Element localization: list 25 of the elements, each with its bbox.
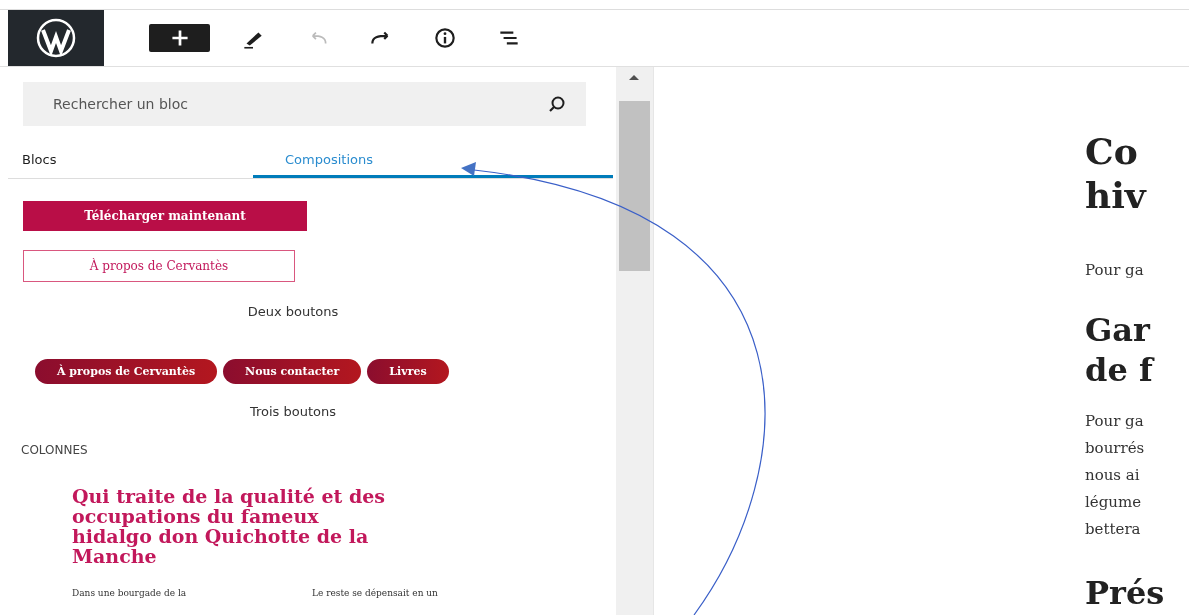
paragraph: Pour ga — [1085, 260, 1145, 281]
pattern-caption: Deux boutons — [246, 304, 340, 319]
search-field[interactable]: Rechercher un bloc — [23, 82, 586, 126]
pattern-button[interactable]: Nous contacter — [223, 359, 362, 384]
tab[interactable]: Compositions — [253, 140, 613, 178]
heading: Prés — [1085, 573, 1166, 613]
pattern-button[interactable]: À propos de Cervantès — [23, 250, 295, 282]
pattern-caption: Trois boutons — [248, 404, 338, 419]
add-button[interactable] — [149, 24, 210, 52]
column-text: Le reste se dépensait en un — [312, 588, 439, 598]
heading: Gar de f — [1085, 310, 1156, 390]
category-label: COLONNES — [21, 443, 89, 457]
paragraph: Pour ga bourrés nous ai légume bettera — [1085, 411, 1146, 540]
info-icon — [432, 25, 458, 51]
pattern-heading: Qui traite de la qualité et des occupations du fameux hidalgo don Quichotte de la Manche — [72, 486, 386, 566]
search-icon — [548, 95, 566, 113]
column-text: Dans une bourgade de la — [72, 588, 188, 598]
pattern-button[interactable]: À propos de Cervantès — [35, 359, 218, 384]
pattern-button[interactable]: Télécharger maintenant — [23, 201, 307, 231]
heading: Co hiv — [1085, 129, 1148, 217]
wordpress-logo[interactable] — [8, 10, 104, 66]
scroll-up-icon[interactable] — [628, 73, 640, 81]
tab[interactable]: Blocs — [8, 140, 253, 178]
scrollbar[interactable] — [616, 67, 653, 615]
pattern-button[interactable]: Livres — [367, 359, 449, 384]
